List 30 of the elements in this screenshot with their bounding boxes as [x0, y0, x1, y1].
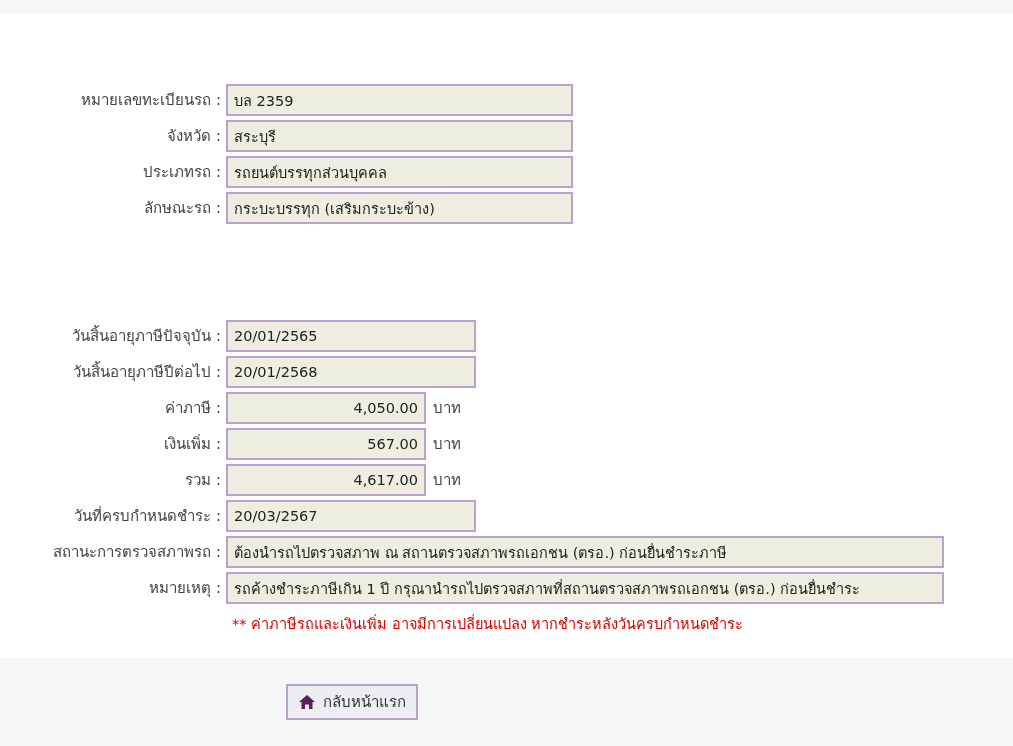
field-value: 567.00: [226, 428, 426, 460]
unit-label: บาท: [433, 470, 461, 491]
unit-label: บาท: [433, 434, 461, 455]
field-label: เงินเพิ่ม :: [163, 433, 222, 455]
field-label: วันที่ครบกำหนดชำระ :: [73, 505, 222, 527]
field-label: หมายเลขทะเบียนรถ :: [80, 90, 222, 111]
field-label: ประเภทรถ :: [142, 162, 222, 183]
field-label: วันสิ้นอายุภาษีปีต่อไป :: [72, 360, 222, 384]
home-button[interactable]: กลับหน้าแรก: [286, 684, 418, 720]
field-value: กระบะบรรทุก (เสริมกระบะข้าง): [226, 192, 573, 224]
field-label: วันสิ้นอายุภาษีปัจจุบัน :: [71, 324, 222, 348]
field-value: 20/01/2565: [226, 320, 476, 352]
field-label: จังหวัด :: [166, 126, 222, 147]
field-value: 20/03/2567: [226, 500, 476, 532]
warning-text: ** ค่าภาษีรถและเงินเพิ่ม อาจมีการเปลี่ยนแปลง หากชำระหลังวันครบกำหนดชำระ: [231, 613, 744, 634]
field-value: ต้องนำรถไปตรวจสภาพ ณ สถานตรวจสภาพรถเอกชน (ตรอ.) ก่อนยื่นชำระภาษี: [226, 536, 944, 568]
field-value: 4,050.00: [226, 392, 426, 424]
unit-label: บาท: [433, 398, 461, 419]
field-value: สระบุรี: [226, 120, 573, 152]
field-label: ค่าภาษี :: [164, 398, 222, 419]
field-label: หมายเหตุ :: [148, 578, 222, 600]
field-label: ลักษณะรถ :: [143, 198, 222, 219]
field-value: บล 2359: [226, 84, 573, 116]
field-value: รถค้างชำระภาษีเกิน 1 ปี กรุณานำรถไปตรวจสภาพที่สถานตรวจสภาพรถเอกชน (ตรอ.) ก่อนยื่นชำระ: [226, 572, 944, 604]
field-label: รวม :: [184, 470, 222, 491]
field-value: รถยนต์บรรทุกส่วนบุคคล: [226, 156, 573, 188]
field-value: 20/01/2568: [226, 356, 476, 388]
home-icon: [298, 694, 316, 710]
field-value: 4,617.00: [226, 464, 426, 496]
field-label: สถานะการตรวจสภาพรถ :: [52, 542, 222, 563]
